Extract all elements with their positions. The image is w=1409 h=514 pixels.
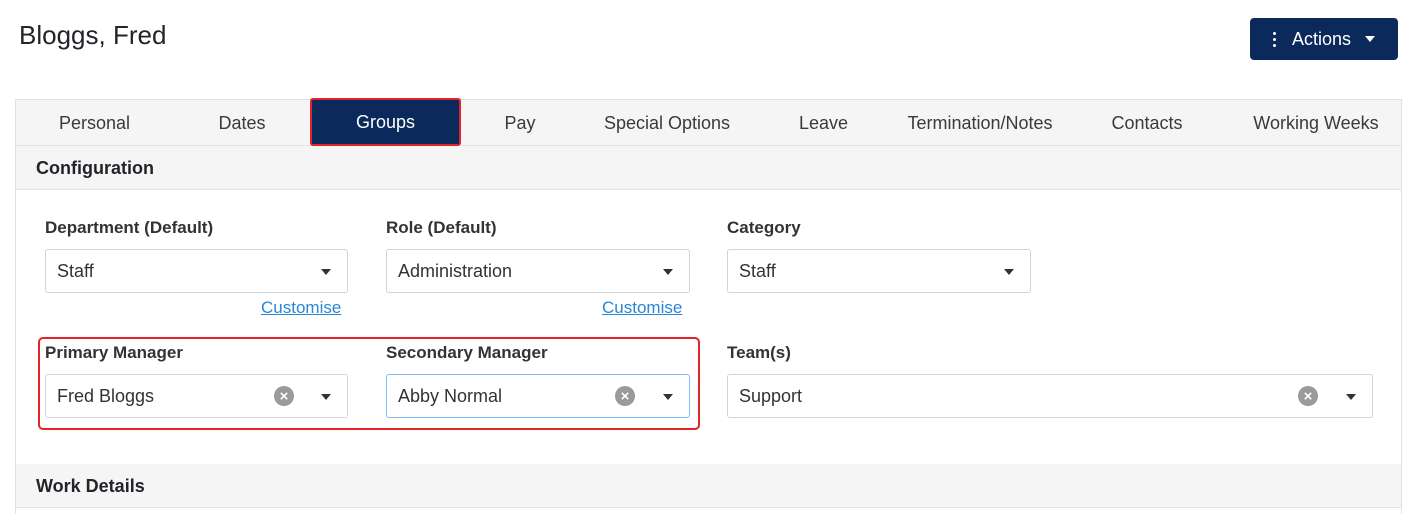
role-select[interactable]: Administration bbox=[386, 249, 690, 293]
primary-manager-select[interactable]: Fred Bloggs × bbox=[45, 374, 348, 418]
tab-personal[interactable]: Personal bbox=[16, 100, 173, 146]
actions-button[interactable]: Actions bbox=[1250, 18, 1398, 60]
tab-groups[interactable]: Groups bbox=[310, 98, 461, 146]
department-select[interactable]: Staff bbox=[45, 249, 348, 293]
teams-select[interactable]: Support × bbox=[727, 374, 1373, 418]
kebab-menu-icon bbox=[1272, 31, 1276, 47]
caret-down-icon bbox=[1365, 36, 1376, 42]
caret-down-icon bbox=[663, 269, 673, 275]
tab-contacts[interactable]: Contacts bbox=[1068, 100, 1226, 146]
primary-manager-label: Primary Manager bbox=[45, 343, 183, 362]
secondary-manager-label: Secondary Manager bbox=[386, 343, 548, 362]
category-select[interactable]: Staff bbox=[727, 249, 1031, 293]
caret-down-icon bbox=[1346, 394, 1356, 400]
department-value: Staff bbox=[57, 261, 94, 281]
teams-value: Support bbox=[739, 386, 803, 406]
department-label: Department (Default) bbox=[45, 218, 214, 237]
tab-special-options[interactable]: Special Options bbox=[579, 100, 755, 146]
clear-icon[interactable]: × bbox=[274, 386, 294, 406]
tab-leave[interactable]: Leave bbox=[755, 100, 892, 146]
secondary-manager-value: Abby Normal bbox=[398, 386, 503, 406]
employee-card: Personal Dates Groups Pay Special Option… bbox=[15, 98, 1402, 514]
secondary-manager-select[interactable]: Abby Normal × bbox=[386, 374, 690, 418]
tab-bar: Personal Dates Groups Pay Special Option… bbox=[16, 98, 1401, 146]
department-customise-link[interactable]: Customise bbox=[261, 298, 341, 318]
role-value: Administration bbox=[398, 261, 513, 281]
primary-manager-value: Fred Bloggs bbox=[57, 386, 155, 406]
configuration-header: Configuration bbox=[16, 146, 1401, 190]
clear-icon[interactable]: × bbox=[615, 386, 635, 406]
page-title: Bloggs, Fred bbox=[19, 20, 167, 50]
teams-label: Team(s) bbox=[727, 343, 791, 362]
work-details-header: Work Details bbox=[16, 464, 1401, 508]
caret-down-icon bbox=[1004, 269, 1014, 275]
category-value: Staff bbox=[739, 261, 776, 281]
clear-icon[interactable]: × bbox=[1298, 386, 1318, 406]
caret-down-icon bbox=[321, 269, 331, 275]
category-label: Category bbox=[727, 218, 801, 237]
role-label: Role (Default) bbox=[386, 218, 497, 237]
tab-termination-notes[interactable]: Termination/Notes bbox=[892, 100, 1068, 146]
tab-working-weeks[interactable]: Working Weeks bbox=[1226, 100, 1406, 146]
caret-down-icon bbox=[321, 394, 331, 400]
caret-down-icon bbox=[663, 394, 673, 400]
role-customise-link[interactable]: Customise bbox=[602, 298, 682, 318]
tab-pay[interactable]: Pay bbox=[461, 100, 579, 146]
tab-dates[interactable]: Dates bbox=[173, 100, 311, 146]
actions-label: Actions bbox=[1291, 28, 1352, 49]
